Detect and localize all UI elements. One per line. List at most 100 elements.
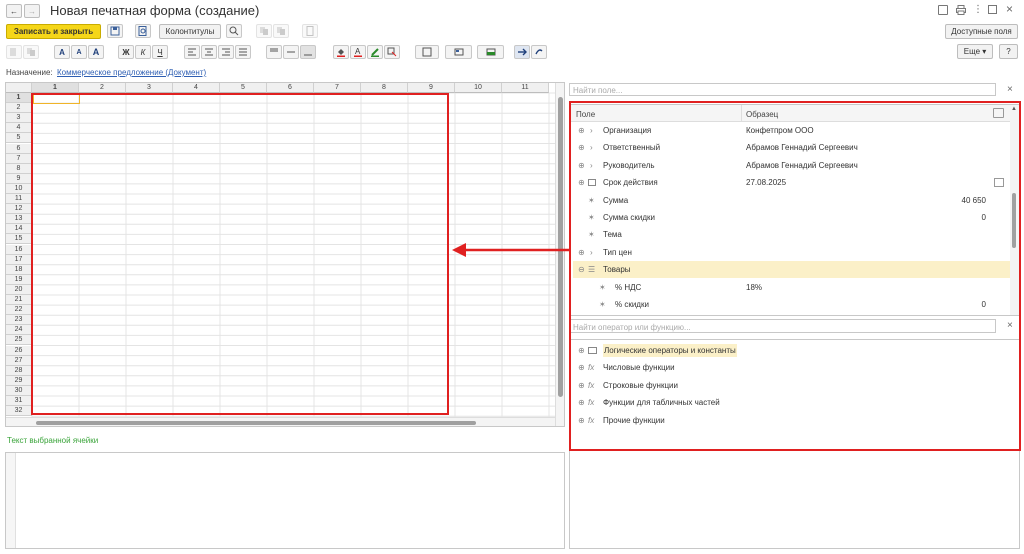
row-header[interactable]: 10 xyxy=(6,183,32,194)
selected-cell[interactable] xyxy=(33,93,80,104)
row-header[interactable]: 12 xyxy=(6,204,32,215)
column-header[interactable]: 4 xyxy=(173,83,220,93)
print-icon[interactable] xyxy=(956,5,966,15)
clear-format-icon[interactable] xyxy=(384,45,400,59)
forward-button[interactable]: → xyxy=(24,4,40,18)
column-header[interactable]: 11 xyxy=(502,83,549,93)
row-header[interactable]: 14 xyxy=(6,224,32,235)
grid-corner[interactable] xyxy=(6,83,32,93)
picture-icon[interactable] xyxy=(477,45,504,59)
field-row[interactable]: ⊕ › Ответственный Абрамов Геннадий Сергееви… xyxy=(573,139,1010,156)
close-icon[interactable]: × xyxy=(1006,2,1013,16)
row-header[interactable]: 13 xyxy=(6,214,32,225)
page-icon[interactable] xyxy=(302,24,318,38)
underline-button[interactable]: Ч xyxy=(152,45,168,59)
row-header[interactable]: 18 xyxy=(6,264,32,275)
link-icon[interactable] xyxy=(938,5,948,15)
column-header[interactable]: 5 xyxy=(220,83,267,93)
fill-color-icon[interactable] xyxy=(333,45,349,59)
row-header[interactable]: 9 xyxy=(6,173,32,184)
column-header[interactable]: 2 xyxy=(79,83,126,93)
row-header[interactable]: 23 xyxy=(6,315,32,326)
table-settings-icon[interactable] xyxy=(993,108,1004,118)
more-icon[interactable]: ⋮ xyxy=(973,4,983,15)
row-header[interactable]: 4 xyxy=(6,123,32,134)
row-header[interactable]: 22 xyxy=(6,305,32,316)
row-header[interactable]: 28 xyxy=(6,365,32,376)
row-header[interactable]: 16 xyxy=(6,244,32,255)
expand-icon[interactable]: ⊕ xyxy=(578,126,585,135)
merge-icon[interactable] xyxy=(445,45,472,59)
column-header[interactable]: 7 xyxy=(314,83,361,93)
valign-top-icon[interactable] xyxy=(266,45,282,59)
column-header[interactable]: 6 xyxy=(267,83,314,93)
row-header[interactable]: 17 xyxy=(6,254,32,265)
back-button[interactable]: ← xyxy=(6,4,22,18)
find-icon[interactable] xyxy=(226,24,242,38)
row-header[interactable]: 24 xyxy=(6,325,32,336)
bold-button[interactable]: Ж xyxy=(118,45,134,59)
valign-middle-icon[interactable] xyxy=(283,45,299,59)
fields-scrollbar[interactable]: ▲ xyxy=(1010,105,1019,315)
field-row[interactable]: ✶ % НДС 18% xyxy=(573,279,1010,296)
cell-text-area[interactable] xyxy=(5,452,565,549)
row-header[interactable]: 20 xyxy=(6,284,32,295)
align-center-icon[interactable] xyxy=(201,45,217,59)
copy-format-icon[interactable] xyxy=(256,24,272,38)
italic-button[interactable]: К xyxy=(135,45,151,59)
expand-icon[interactable]: ⊕ xyxy=(578,143,585,152)
field-row[interactable]: ⊕ › Организация Конфетпром ООО xyxy=(573,122,1010,139)
function-group[interactable]: ⊕ fx Функции для табличных частей xyxy=(573,394,1010,411)
available-fields-button[interactable]: Доступные поля xyxy=(945,24,1018,39)
row-header[interactable]: 21 xyxy=(6,295,32,306)
preview-icon[interactable] xyxy=(135,24,151,38)
expand-icon[interactable]: ⊕ xyxy=(578,398,585,407)
field-row[interactable]: ✶ % скидки 0 xyxy=(573,296,1010,313)
restore-icon[interactable] xyxy=(988,5,997,14)
column-header[interactable]: 9 xyxy=(408,83,455,93)
paste-format-icon[interactable] xyxy=(273,24,289,38)
collapse-icon[interactable]: ⊖ xyxy=(578,265,585,274)
help-button[interactable]: ? xyxy=(999,44,1018,59)
column-header[interactable]: 3 xyxy=(126,83,173,93)
row-header[interactable]: 1 xyxy=(6,93,32,104)
row-header[interactable]: 11 xyxy=(6,194,32,205)
fields-scroll-up-icon[interactable]: ▲ xyxy=(1011,106,1017,112)
date-settings-icon[interactable] xyxy=(994,178,1004,188)
expand-icon[interactable]: ⊕ xyxy=(578,363,585,372)
field-row[interactable]: ✶ Сумма 40 650 xyxy=(573,192,1010,209)
more-button[interactable]: Еще ▾ xyxy=(957,44,993,59)
font-icon[interactable]: A xyxy=(54,45,70,59)
horizontal-scrollbar[interactable] xyxy=(6,417,555,426)
align-justify-icon[interactable] xyxy=(235,45,251,59)
purpose-link[interactable]: Коммерческое предложение (Документ) xyxy=(57,68,206,77)
column-header[interactable]: 10 xyxy=(455,83,502,93)
row-header[interactable]: 19 xyxy=(6,274,32,285)
expand-icon[interactable]: ⊕ xyxy=(578,178,585,187)
field-row[interactable]: ⊕ › Тип цен xyxy=(573,244,1010,261)
valign-bottom-icon[interactable] xyxy=(300,45,316,59)
row-header[interactable]: 26 xyxy=(6,345,32,356)
headers-footers-button[interactable]: Колонтитулы xyxy=(159,24,221,39)
function-group[interactable]: ⊕ fx Строковые функции xyxy=(573,377,1010,394)
field-row[interactable]: ✶ Сумма скидки 0 xyxy=(573,209,1010,226)
align-left-icon[interactable] xyxy=(184,45,200,59)
font-increase-icon[interactable]: A xyxy=(71,45,87,59)
save-icon[interactable] xyxy=(107,24,123,38)
save-close-button[interactable]: Записать и закрыть xyxy=(6,24,101,39)
font-decrease-icon[interactable]: A xyxy=(88,45,104,59)
field-row[interactable]: ⊕ › Руководитель Абрамов Геннадий Сергеевич xyxy=(573,157,1010,174)
row-header[interactable]: 25 xyxy=(6,335,32,346)
function-group[interactable]: ⊕ Логические операторы и константы xyxy=(573,342,1010,359)
field-search-input[interactable] xyxy=(569,83,996,96)
row-header[interactable]: 7 xyxy=(6,153,32,164)
expand-icon[interactable]: ⊕ xyxy=(578,248,585,257)
expand-icon[interactable]: ⊕ xyxy=(578,161,585,170)
row-header[interactable]: 6 xyxy=(6,143,32,154)
field-search-clear-icon[interactable]: × xyxy=(1007,84,1013,95)
field-row[interactable]: ⊕ Срок действия 27.08.2025 xyxy=(573,174,1010,191)
row-header[interactable]: 29 xyxy=(6,375,32,386)
field-row[interactable]: ⊖ ☰ Товары xyxy=(573,261,1010,279)
row-header[interactable]: 30 xyxy=(6,385,32,396)
expand-icon[interactable]: ⊕ xyxy=(578,416,585,425)
